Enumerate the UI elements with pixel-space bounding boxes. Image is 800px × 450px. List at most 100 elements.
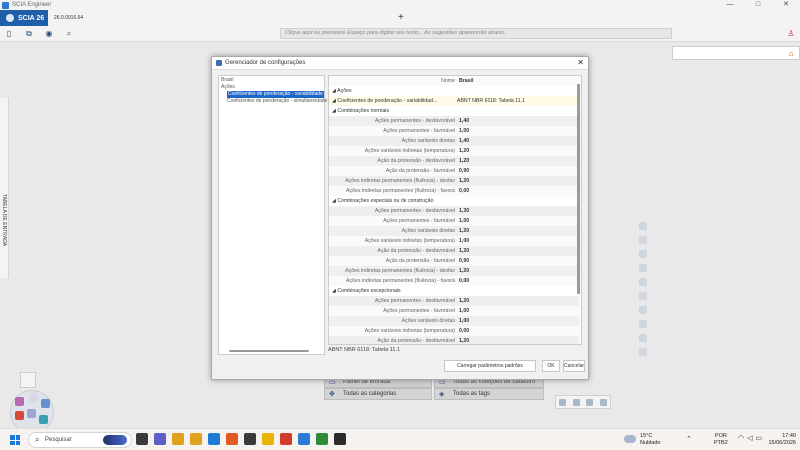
cancel-button[interactable]: Cancelar (563, 360, 585, 372)
tree-group-acoes[interactable]: Ações (221, 84, 235, 91)
taskbar-app-icon[interactable] (244, 433, 256, 445)
coefficient-row[interactable]: Ação da protensão - favorável 0,90 (329, 256, 579, 266)
property-group-header[interactable]: ◢ Combinações excepcionais (329, 286, 579, 296)
coefficient-row[interactable]: Ações indiretas permanentes (fluência) -… (329, 276, 579, 286)
minimize-button[interactable]: — (716, 0, 744, 10)
coefficient-row[interactable]: Ações indiretas permanentes (fluência) -… (329, 266, 579, 276)
input-table-side-tab[interactable]: TABELA DE ENTRADA (0, 98, 9, 278)
taskbar-search[interactable]: ⌕ Pesquisar (28, 432, 132, 448)
coefficient-row[interactable]: Ações permanentes - desfavorável 1,20 (329, 296, 579, 306)
coefficient-row[interactable]: Ações variáveis diretas 1,00 (329, 316, 579, 326)
all-tags-label: Todas as tags (453, 391, 491, 397)
app-tab[interactable]: SCIA 26 (0, 10, 48, 26)
coefficient-row[interactable]: Ações permanentes - favorável 1,00 (329, 216, 579, 226)
open-project-icon[interactable]: ⧉ (24, 29, 34, 39)
tool-support-icon[interactable] (639, 264, 647, 272)
tree-item-variabilidade[interactable]: Coeficientes de ponderação - variabilida… (227, 91, 324, 98)
coefficient-row[interactable]: Ação da protensão - desfavorável 1,20 (329, 246, 579, 256)
taskbar-app-icon[interactable] (298, 433, 310, 445)
coefficient-label: Ações indiretas permanentes (fluência) -… (346, 278, 455, 284)
tree-root-brasil[interactable]: Brasil (221, 77, 234, 84)
dialog-title-bar: Gerenciador de configurações ✕ (212, 57, 588, 70)
taskbar-app-icon[interactable] (136, 433, 148, 445)
group-title: ◢ Combinações normais (332, 108, 390, 114)
taskbar-app-icon[interactable] (316, 433, 328, 445)
taskbar-clock[interactable]: 17:40 15/06/2026 (760, 433, 796, 447)
coefficient-row[interactable]: Ações variáveis diretas 1,40 (329, 136, 579, 146)
tool-layers-icon[interactable] (639, 278, 647, 286)
wifi-icon[interactable]: ◠ (738, 434, 744, 442)
coefficient-row[interactable]: Ações permanentes - favorável 1,00 (329, 306, 579, 316)
tool-beam-icon[interactable] (639, 222, 647, 230)
coefficient-row[interactable]: Ações permanentes - favorável 1,00 (329, 126, 579, 136)
tool-settings-icon[interactable] (639, 348, 647, 356)
coefficient-value: 1,20 (459, 158, 470, 164)
tool-wall-icon[interactable] (639, 320, 647, 328)
navigation-cube[interactable] (6, 372, 66, 434)
property-status: ABNT NBR 6118: Tabela 11.1 (328, 347, 401, 353)
search-highlight-image (103, 435, 127, 445)
all-categories-dropdown[interactable]: ✥ Todas as categorias (324, 388, 432, 400)
taskbar-app-icon[interactable] (334, 433, 346, 445)
coefficient-value: 1,20 (459, 148, 470, 154)
view-box[interactable] (20, 372, 36, 388)
close-window-button[interactable]: ✕ (772, 0, 800, 10)
coefficient-row[interactable]: Ação da protensão - desfavorável 1,20 (329, 336, 579, 344)
taskbar-app-icon[interactable] (226, 433, 238, 445)
taskbar-app-icon[interactable] (280, 433, 292, 445)
chevron-up-icon[interactable]: ⌃ (686, 435, 692, 443)
command-input[interactable]: Clique aqui ou pressione Espaço para dig… (280, 28, 672, 39)
tree-item-simultaneidade[interactable]: Coeficientes de ponderação - simultaneid… (227, 98, 327, 105)
new-tab-button[interactable]: + (398, 10, 404, 26)
coefficient-row[interactable]: Ações variáveis indiretas (temperatura) 1… (329, 236, 579, 246)
property-group-header[interactable]: ◢ Combinações especiais ou de construção (329, 196, 579, 206)
tool-slab-icon[interactable] (639, 292, 647, 300)
load-defaults-button[interactable]: Carregar parâmetros padrões (444, 360, 536, 372)
tool-load-icon[interactable] (639, 250, 647, 258)
view-icon[interactable]: ◉ (44, 29, 54, 39)
user-account-icon[interactable]: ♙ (786, 29, 796, 39)
tree-horizontal-scrollbar[interactable] (229, 350, 309, 352)
speaker-icon[interactable]: ◁ (747, 434, 752, 442)
taskbar-app-icon[interactable] (154, 433, 166, 445)
tool-column-icon[interactable] (639, 236, 647, 244)
search-find-icon[interactable]: ⌕ (64, 29, 74, 39)
zoom-icon[interactable] (559, 398, 567, 406)
render-icon[interactable] (586, 398, 594, 406)
tool-grid-icon[interactable] (639, 334, 647, 342)
coefficient-row[interactable]: Ações indiretas permanentes (fluência) -… (329, 176, 579, 186)
coefficient-row[interactable]: Ações variáveis indiretas (temperatura) 1… (329, 146, 579, 156)
taskbar-app-icon[interactable] (262, 433, 274, 445)
language-primary: POR (714, 433, 727, 439)
property-row-name[interactable]: Nome Brasil (329, 76, 579, 86)
new-file-icon[interactable]: ▯ (4, 29, 14, 39)
category-acoes-label: ◢ Ações (332, 88, 352, 94)
property-vertical-scrollbar[interactable] (577, 84, 580, 294)
search-icon: ⌕ (35, 435, 40, 444)
taskbar-app-icon[interactable] (172, 433, 184, 445)
property-category-acoes[interactable]: ◢ Ações (329, 86, 579, 96)
coefficient-row[interactable]: Ações permanentes - desfavorável 1,40 (329, 116, 579, 126)
coefficient-row[interactable]: Ações variáveis indiretas (temperatura) 0… (329, 326, 579, 336)
tool-plate-icon[interactable] (639, 306, 647, 314)
property-header-variabilidade[interactable]: ◢ Coeficientes de ponderação - variabili… (329, 96, 579, 106)
display-icon[interactable] (599, 398, 607, 406)
coefficient-row[interactable]: Ações variáveis diretas 1,20 (329, 226, 579, 236)
ok-button[interactable]: OK (542, 360, 560, 372)
taskbar-app-icon[interactable] (190, 433, 202, 445)
maximize-button[interactable]: □ (744, 0, 772, 10)
input-language[interactable]: POR PTB2 (714, 433, 728, 447)
property-group-header[interactable]: ◢ Combinações normais (329, 106, 579, 116)
coefficient-row[interactable]: Ações permanentes - desfavorável 1,30 (329, 206, 579, 216)
property-name-value: Brasil (459, 78, 474, 84)
coefficient-row[interactable]: Ação da protensão - desfavorável 1,20 (329, 156, 579, 166)
filter-icon[interactable] (572, 398, 580, 406)
coefficient-value: 0,90 (459, 258, 470, 264)
coefficient-row[interactable]: Ação da protensão - favorável 0,90 (329, 166, 579, 176)
all-tags-dropdown[interactable]: ◈ Todas as tags (434, 388, 544, 400)
home-icon[interactable]: ⌂ (786, 49, 796, 59)
coefficient-row[interactable]: Ações indiretas permanentes (fluência) -… (329, 186, 579, 196)
dialog-close-icon[interactable]: ✕ (577, 58, 584, 67)
taskbar-app-icon[interactable] (208, 433, 220, 445)
windows-start-icon[interactable] (10, 435, 20, 445)
